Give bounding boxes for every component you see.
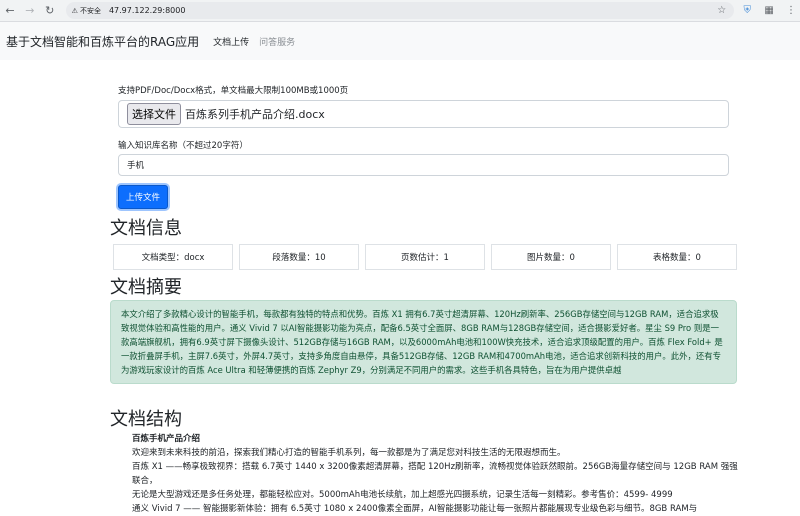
info-image-count: 图片数量：0 [491,244,611,270]
upload-button[interactable]: 上传文件 [118,185,169,209]
doc-info-heading: 文档信息 [110,218,182,239]
forward-icon[interactable]: → [20,1,40,21]
info-page-estimate: 页数估计：1 [365,244,485,270]
choose-file-button[interactable]: 选择文件 [127,103,181,125]
kb-name-input[interactable]: 手机 [118,154,729,176]
structure-body: 百炼手机产品介绍 欢迎来到未来科技的前沿，探索我们精心打造的智能手机系列，每一款… [110,432,740,516]
nav-link-qa[interactable]: 问答服务 [259,35,295,48]
app-navbar: 基于文档智能和百炼平台的RAG应用 文档上传 问答服务 [0,22,800,60]
extension-shield-icon[interactable]: ⛨ [738,2,756,20]
upload-hint: 支持PDF/Doc/Docx格式，单文档最大限制100MB或1000页 [118,86,349,96]
structure-line: 百炼 X1 ——畅享极致视界：搭载 6.7英寸 1440 x 3200像素超清屏… [132,462,738,486]
back-icon[interactable]: ← [0,1,20,21]
kb-name-label: 输入知识库名称（不超过20字符） [118,141,248,151]
summary-alert: 本文介绍了多款精心设计的智能手机，每款都有独特的特点和优势。百炼 X1 拥有6.… [110,300,737,384]
app-brand[interactable]: 基于文档智能和百炼平台的RAG应用 [6,33,199,50]
info-doc-type: 文档类型：docx [113,244,233,270]
info-paragraph-count: 段落数量：10 [239,244,359,270]
nav-link-upload[interactable]: 文档上传 [213,35,249,48]
bookmark-star-icon[interactable]: ☆ [717,5,726,16]
selected-file-name: 百炼系列手机产品介绍.docx [185,108,325,121]
security-label: 不安全 [79,6,101,15]
doc-info-row: 文档类型：docx 段落数量：10 页数估计：1 图片数量：0 表格数量：0 [113,244,737,270]
reload-icon[interactable]: ↻ [40,1,60,21]
file-input[interactable]: 选择文件 百炼系列手机产品介绍.docx [118,100,729,128]
structure-line: 通义 Vivid 7 —— 智能摄影新体验：拥有 6.5英寸 1080 x 24… [132,504,698,514]
url-text[interactable]: 47.97.122.29:8000 [109,6,186,15]
summary-heading: 文档摘要 [110,277,182,298]
warning-icon: ⚠ [71,6,78,15]
browser-toolbar: ← → ↻ ⚠ 不安全 47.97.122.29:8000 ☆ ⛨ ▦ ⋮ [0,0,800,22]
extensions-puzzle-icon[interactable]: ▦ [760,2,778,20]
address-bar[interactable]: ⚠ 不安全 47.97.122.29:8000 ☆ [65,2,735,19]
security-indicator[interactable]: ⚠ 不安全 [72,6,101,16]
structure-doc-title: 百炼手机产品介绍 [132,434,201,444]
structure-line: 欢迎来到未来科技的前沿，探索我们精心打造的智能手机系列，每一款都是为了满足您对科… [132,448,566,458]
structure-line: 无论是大型游戏还是多任务处理，都能轻松应对。5000mAh电池长续航，加上超感光… [132,490,673,500]
info-table-count: 表格数量：0 [617,244,737,270]
menu-icon[interactable]: ⋮ [782,2,800,20]
structure-heading: 文档结构 [110,409,182,430]
